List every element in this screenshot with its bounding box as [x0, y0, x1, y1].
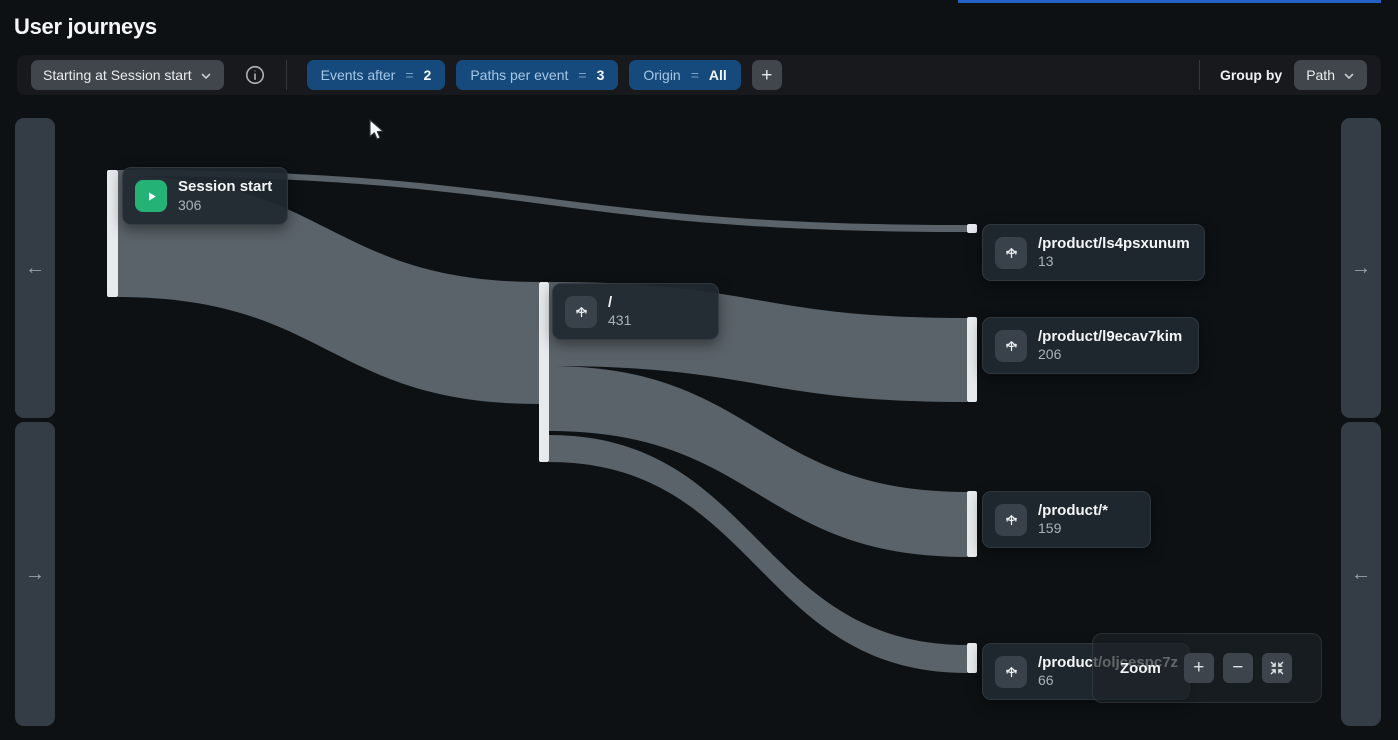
session-start-play-icon [135, 180, 167, 212]
sankey-bar-oljcespc7z[interactable] [967, 643, 977, 673]
zoom-in-button[interactable]: + [1184, 653, 1214, 683]
nav-right-forward-panel[interactable]: → [1341, 118, 1381, 418]
sankey-bar-product-star[interactable] [967, 491, 977, 557]
node-value: 13 [1038, 253, 1190, 271]
node-label: /product/l9ecav7kim [1038, 327, 1182, 346]
minus-icon: − [1232, 657, 1243, 679]
sankey-bar-l9ecav7kim[interactable] [967, 317, 977, 402]
zoom-fit-button[interactable] [1262, 653, 1292, 683]
path-split-icon [995, 656, 1027, 688]
journey-node-l9ecav7kim[interactable]: /product/l9ecav7kim206 [982, 317, 1199, 374]
node-value: 306 [178, 197, 272, 215]
arrow-right-icon: → [1351, 257, 1371, 280]
nav-right-back-panel[interactable]: ← [1341, 422, 1381, 726]
node-label: /product/ls4psxunum [1038, 234, 1190, 253]
zoom-out-button[interactable]: − [1223, 653, 1253, 683]
node-value: 431 [608, 312, 631, 330]
sankey-bar-ls4psxunum[interactable] [967, 224, 977, 233]
node-label: / [608, 293, 631, 312]
nav-left-back-panel[interactable]: ← [15, 118, 55, 418]
journey-node-product-star[interactable]: /product/*159 [982, 491, 1151, 548]
node-value: 206 [1038, 346, 1182, 364]
arrow-left-icon: ← [1351, 563, 1371, 586]
plus-icon: + [1193, 657, 1204, 679]
arrow-right-icon: → [25, 563, 45, 586]
zoom-label: Zoom [1120, 660, 1161, 677]
journey-node-root[interactable]: /431 [552, 283, 719, 340]
compress-arrows-icon [1268, 659, 1286, 677]
path-split-icon [995, 330, 1027, 362]
sankey-bar-root[interactable] [539, 282, 549, 462]
journey-node-ls4psxunum[interactable]: /product/ls4psxunum13 [982, 224, 1205, 281]
node-value: 159 [1038, 520, 1108, 538]
journey-node-session-start[interactable]: Session start306 [122, 167, 288, 225]
user-journeys-app: User journeys Starting at Session start … [0, 0, 1398, 740]
path-split-icon [995, 504, 1027, 536]
node-label: /product/* [1038, 501, 1108, 520]
path-split-icon [995, 237, 1027, 269]
node-label: Session start [178, 177, 272, 196]
path-split-icon [565, 296, 597, 328]
sankey-bar-session-start[interactable] [107, 170, 118, 297]
nav-left-forward-panel[interactable]: → [15, 422, 55, 726]
zoom-panel: Zoom + − [1092, 633, 1322, 703]
arrow-left-icon: ← [25, 257, 45, 280]
